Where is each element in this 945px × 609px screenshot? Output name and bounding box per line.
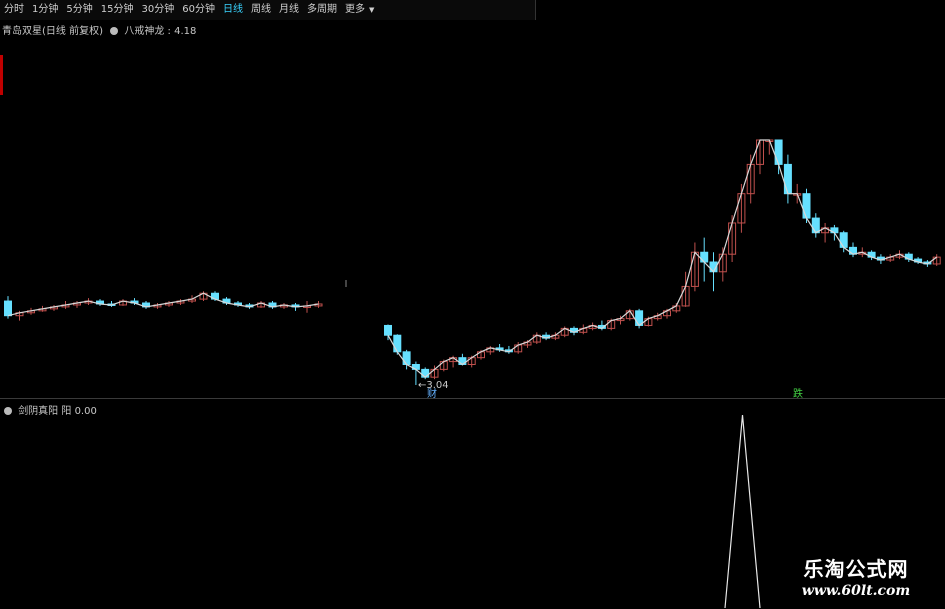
watermark: 乐淘公式网 www.60lt.com — [776, 556, 936, 600]
candle-body — [402, 351, 411, 366]
candle-body — [384, 324, 392, 336]
marker-cai: 财 — [427, 387, 437, 400]
candle-body — [458, 357, 467, 366]
candle-body — [421, 368, 430, 378]
candle-body — [802, 193, 811, 219]
candle-body — [700, 251, 709, 263]
watermark-name: 乐淘公式网 — [803, 557, 909, 581]
kline-chart[interactable]: ←3.04财跌 — [0, 0, 945, 609]
signal-spike — [724, 414, 761, 609]
marker-die: 跌 — [793, 387, 803, 400]
candle-body — [774, 139, 783, 165]
candle-body — [811, 217, 820, 234]
candle-body — [839, 232, 848, 248]
watermark-url: www.60lt.com — [801, 583, 911, 599]
candle-body — [783, 163, 792, 195]
indicator-line — [387, 139, 938, 378]
candle-body — [393, 334, 402, 353]
candle-body — [4, 300, 12, 317]
